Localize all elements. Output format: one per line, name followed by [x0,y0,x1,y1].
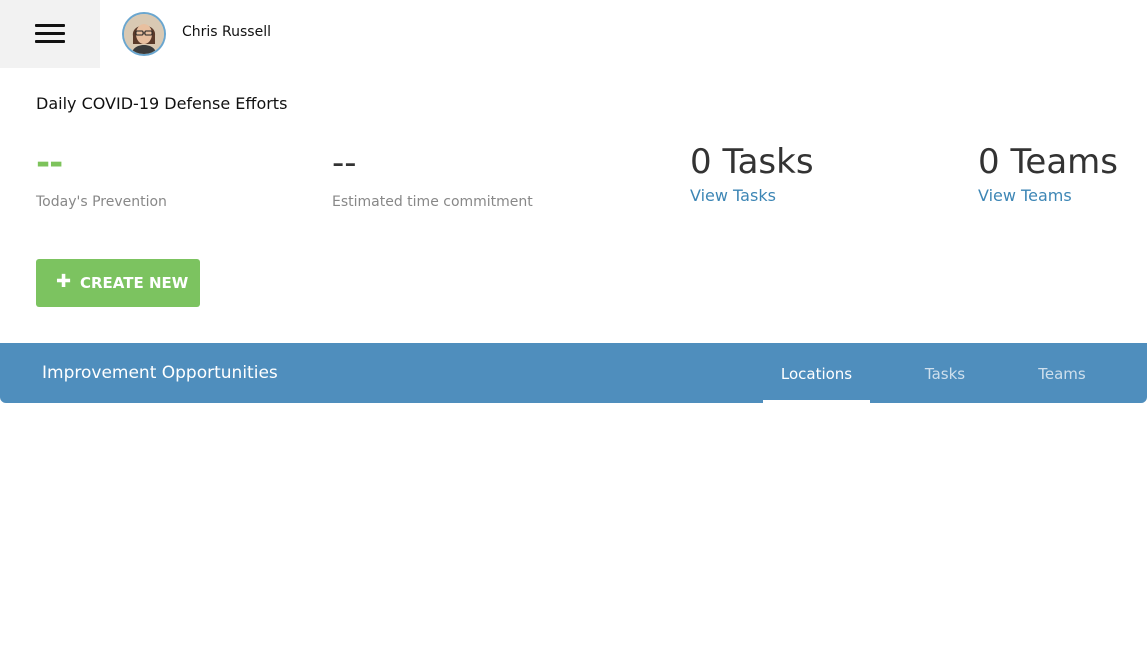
tab-tasks-label: Tasks [924,365,966,383]
teams-stat: 0 Teams View Teams [978,142,1119,205]
tab-tasks[interactable]: Tasks [900,343,990,403]
tab-teams[interactable]: Teams [1017,343,1107,403]
time-commitment-label: Estimated time commitment [332,194,533,210]
create-new-label: CREATE NEW [80,274,189,292]
view-teams-link[interactable]: View Teams [978,186,1072,205]
create-new-button[interactable]: ✚ CREATE NEW [36,259,200,307]
time-commitment-value: -- [332,143,357,183]
hamburger-menu-button[interactable] [0,0,100,68]
active-tab-underline [763,400,870,403]
tab-locations[interactable]: Locations [763,343,870,403]
prevention-value: -- [36,143,63,183]
plus-icon: ✚ [56,271,72,292]
tasks-stat: 0 Tasks View Tasks [690,142,814,205]
prevention-stat: -- Today's Prevention [36,143,167,210]
user-name: Chris Russell [182,24,271,40]
avatar[interactable] [124,14,164,54]
improvement-opportunities-title: Improvement Opportunities [42,363,278,383]
improvement-opportunities-bar: Improvement Opportunities Locations Task… [0,343,1147,403]
top-bar: Chris Russell [0,0,1147,68]
user-avatar-icon [124,14,164,54]
tasks-count: 0 Tasks [690,142,814,182]
view-tasks-link[interactable]: View Tasks [690,186,776,205]
tab-locations-label: Locations [780,365,853,383]
page-title: Daily COVID-19 Defense Efforts [36,94,288,113]
prevention-label: Today's Prevention [36,194,167,210]
tab-teams-label: Teams [1038,365,1086,383]
teams-count: 0 Teams [978,142,1119,182]
time-commitment-stat: -- Estimated time commitment [332,143,533,210]
